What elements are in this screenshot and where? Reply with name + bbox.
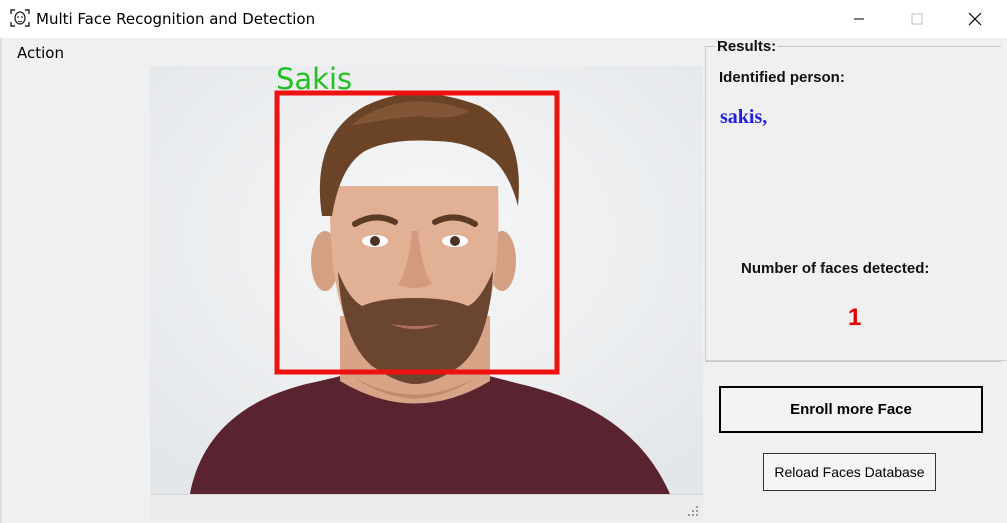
minimize-button[interactable]: [830, 0, 888, 38]
enroll-face-button[interactable]: Enroll more Face: [719, 386, 983, 433]
results-group: Results: Identified person: sakis, Numbe…: [705, 38, 1007, 362]
window-title: Multi Face Recognition and Detection: [36, 10, 316, 28]
face-name-label: Sakis: [276, 66, 353, 96]
identified-person-value: sakis,: [720, 106, 768, 128]
faces-count-value: 1: [848, 304, 862, 331]
close-button[interactable]: [946, 0, 1004, 38]
face-scan-icon: [10, 8, 30, 28]
minimize-icon: [854, 18, 864, 20]
close-icon: [968, 12, 982, 26]
title-bar[interactable]: Multi Face Recognition and Detection: [0, 0, 1007, 38]
face-photo: [150, 66, 703, 494]
camera-picture-box: Sakis: [150, 66, 703, 494]
window-left-edge: [0, 38, 2, 523]
menu-bar: Action: [0, 38, 705, 66]
menu-item-action[interactable]: Action: [17, 44, 64, 62]
identified-person-label: Identified person:: [719, 69, 845, 86]
results-legend: Results:: [715, 38, 779, 55]
maximize-icon: [911, 13, 923, 25]
divider: [705, 360, 1007, 361]
maximize-button[interactable]: [888, 0, 946, 38]
reload-database-button[interactable]: Reload Faces Database: [763, 453, 936, 491]
status-bar: [150, 494, 703, 521]
faces-count-label: Number of faces detected:: [741, 260, 930, 277]
resize-grip-icon[interactable]: [687, 505, 699, 517]
